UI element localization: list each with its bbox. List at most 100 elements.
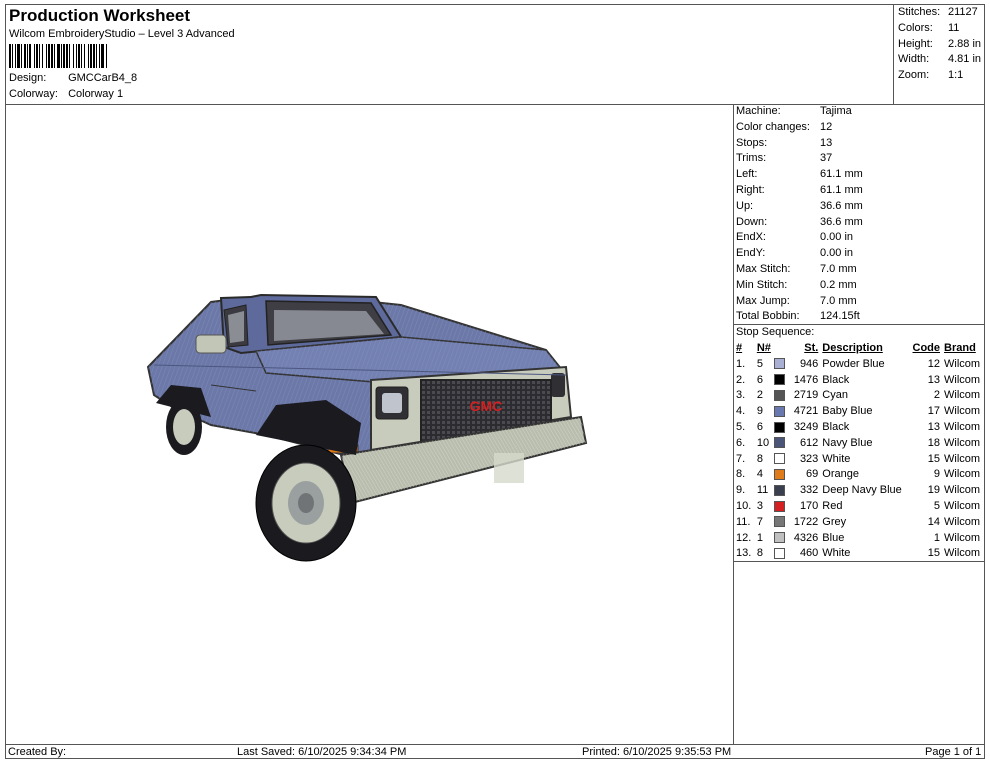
stat-label: Min Stitch:	[736, 278, 788, 291]
stop-number: 2.	[736, 373, 746, 386]
stat-value: 61.1 mm	[820, 168, 863, 181]
stop-number: 7.	[736, 452, 746, 465]
stop-sequence-table: # N# St. Description Code Brand 1. 5 946 Po…	[734, 341, 985, 562]
needle-number: 2	[756, 389, 763, 402]
barcode-bar	[69, 44, 70, 68]
barcode-bar	[73, 44, 74, 68]
table-row: 3. 2 2719 Cyan 2 Wilcom	[734, 388, 985, 404]
barcode-bar	[54, 44, 55, 68]
stat-value: 0.2 mm	[820, 278, 857, 291]
design-label: Design:	[9, 72, 47, 84]
barcode-bar	[29, 44, 31, 68]
stop-number: 6.	[736, 436, 746, 449]
barcode-bar	[63, 44, 65, 68]
col-header-needle: N#	[756, 342, 771, 354]
summary-label: Width:	[898, 53, 930, 66]
stat-row: Left: 61.1 mm	[736, 167, 984, 183]
stop-number: 3.	[736, 389, 746, 402]
barcode-bar	[96, 44, 97, 68]
stitch-count: 2719	[793, 389, 819, 402]
thread-brand: Wilcom	[944, 405, 981, 418]
color-code: 13	[927, 373, 941, 386]
stat-value: 36.6 mm	[820, 199, 863, 212]
col-header-description: Description	[822, 342, 883, 354]
design-value: GMCCarB4_8	[68, 72, 138, 84]
color-swatch	[774, 546, 787, 562]
stop-number: 1.	[736, 357, 746, 370]
footer-created-by: Created By:	[8, 746, 67, 758]
color-description: Navy Blue	[822, 436, 873, 449]
color-swatch	[774, 373, 787, 389]
stat-label: Machine:	[736, 105, 781, 117]
color-code: 17	[927, 405, 941, 418]
stitch-count: 170	[799, 499, 819, 512]
color-code: 19	[927, 484, 941, 497]
barcode-bar	[12, 44, 13, 68]
footer-divider	[5, 744, 985, 745]
stop-number: 12.	[736, 531, 752, 544]
thread-brand: Wilcom	[944, 468, 981, 481]
col-header-brand: Brand	[944, 342, 976, 354]
stop-number: 4.	[736, 405, 746, 418]
summary-value: 4.81 in	[948, 53, 982, 66]
table-row: 1. 5 946 Powder Blue 12 Wilcom	[734, 357, 985, 373]
thread-brand: Wilcom	[944, 420, 981, 433]
color-swatch-box	[774, 405, 786, 417]
stat-value: Tajima	[820, 105, 852, 117]
stat-value: 0.00 in	[820, 231, 854, 244]
color-code: 14	[927, 515, 941, 528]
barcode-bar	[90, 44, 92, 68]
table-row: 7. 8 323 White 15 Wilcom	[734, 452, 985, 468]
color-code: 13	[927, 420, 941, 433]
stat-value: 7.0 mm	[820, 294, 857, 307]
barcode-bar	[51, 44, 53, 68]
summary-value: 11	[948, 21, 960, 34]
table-row: 6. 10 612 Navy Blue 18 Wilcom	[734, 436, 985, 452]
stat-label: Total Bobbin:	[736, 310, 800, 323]
barcode-bar	[15, 44, 16, 68]
design-preview: GMC	[6, 105, 733, 744]
color-swatch-box	[774, 453, 786, 465]
color-swatch	[774, 531, 787, 547]
stat-row: Stops: 13	[736, 136, 984, 152]
barcode-bar	[66, 44, 68, 68]
stat-label: EndX:	[736, 231, 766, 244]
stat-row: Right: 61.1 mm	[736, 183, 984, 199]
needle-number: 4	[756, 468, 763, 481]
stat-label: EndY:	[736, 247, 766, 260]
color-swatch-box	[774, 374, 786, 386]
color-description: Red	[822, 499, 843, 512]
stat-row: Up: 36.6 mm	[736, 199, 984, 215]
color-description: Deep Navy Blue	[822, 484, 902, 497]
barcode-bar	[24, 44, 26, 68]
footer-last-saved: Last Saved: 6/10/2025 9:34:34 PM	[237, 746, 407, 758]
stat-label: Left:	[736, 168, 758, 181]
stat-value: 37	[820, 152, 833, 165]
stitch-count: 4326	[793, 531, 819, 544]
color-description: Baby Blue	[822, 405, 873, 418]
needle-number: 10	[756, 436, 770, 449]
table-row: 8. 4 69 Orange 9 Wilcom	[734, 467, 985, 483]
stat-row: EndY: 0.00 in	[736, 246, 984, 262]
stop-sequence-label: Stop Sequence:	[736, 326, 815, 338]
summary-value: 1:1	[948, 69, 964, 82]
barcode-bar	[61, 44, 62, 68]
barcode-bar	[57, 44, 60, 68]
barcode-bar	[36, 44, 38, 68]
stitch-count: 4721	[793, 405, 819, 418]
needle-number: 7	[756, 515, 763, 528]
col-header-stitches: St.	[804, 342, 819, 354]
table-row: 11. 7 1722 Grey 14 Wilcom	[734, 515, 985, 531]
stitch-count: 69	[806, 468, 819, 481]
stat-value: 12	[820, 120, 833, 133]
summary-row: Width: 4.81 in	[898, 52, 981, 68]
color-description: Grey	[822, 515, 847, 528]
color-swatch-box	[774, 516, 786, 528]
stop-number: 10.	[736, 499, 752, 512]
needle-number: 5	[756, 357, 763, 370]
stat-row: Max Stitch: 7.0 mm	[736, 262, 984, 278]
stat-row: Max Jump: 7.0 mm	[736, 294, 984, 310]
summary-row: Height: 2.88 in	[898, 37, 981, 53]
color-swatch	[774, 467, 787, 483]
stop-number: 8.	[736, 468, 746, 481]
